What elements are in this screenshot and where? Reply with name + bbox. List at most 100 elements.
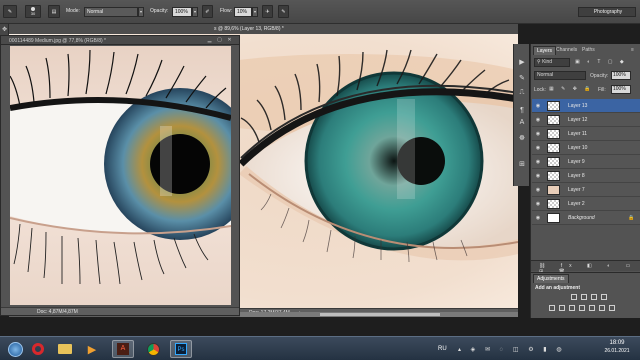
lock-icon: 🔒 <box>628 215 635 221</box>
pressure-size-toggle[interactable]: ✎ <box>278 5 289 18</box>
vibrance-icon[interactable] <box>549 305 555 311</box>
layer-row[interactable]: ◉ Layer 8 <box>532 169 640 183</box>
layer-name: Background <box>568 215 595 221</box>
layer-thumbnail <box>547 115 560 125</box>
flow-field[interactable]: 10% <box>234 7 252 17</box>
taskbar-acrobat[interactable]: A <box>112 340 134 358</box>
main-horizontal-scrollbar[interactable] <box>240 312 518 317</box>
black-white-icon[interactable] <box>579 305 585 311</box>
maximize-icon[interactable]: ▢ <box>216 37 223 43</box>
layers-footer: ⛓ fx ◧ ◐ ▭ ⊞ 🗑 <box>531 260 640 275</box>
photo-filter-icon[interactable] <box>589 305 595 311</box>
floating-document-window[interactable]: 000114489 Medium.jpg @ 77,8% (RGB/8) * ▁… <box>0 35 240 316</box>
floating-window-titlebar[interactable]: 000114489 Medium.jpg @ 77,8% (RGB/8) * ▁… <box>1 36 239 45</box>
exposure-icon[interactable] <box>601 294 607 300</box>
layer-name: Layer 2 <box>568 201 585 207</box>
taskbar-explorer[interactable] <box>54 340 76 358</box>
layer-name: Layer 11 <box>568 131 588 137</box>
brush-preset-picker[interactable]: 30 <box>25 5 41 18</box>
layer-thumbnail <box>547 171 560 181</box>
fill-field[interactable]: 100% <box>611 85 631 94</box>
language-indicator[interactable]: RU <box>438 346 447 352</box>
eye-visibility-icon[interactable]: ◉ <box>535 117 541 123</box>
scrollbar-thumb[interactable] <box>320 313 440 316</box>
brightness-contrast-icon[interactable] <box>571 294 577 300</box>
tab-paths[interactable]: Paths <box>579 46 598 55</box>
adjustments-heading: Add an adjustment <box>535 285 581 291</box>
mode-dropdown-arrow[interactable]: ▾ <box>138 7 144 17</box>
move-tool[interactable]: ✥ <box>1 27 8 34</box>
opacity-dropdown-arrow[interactable]: ▾ <box>192 7 198 17</box>
pressure-opacity-toggle[interactable]: ✐ <box>202 5 213 18</box>
layer-opacity-field[interactable]: 100% <box>611 71 631 80</box>
airbrush-toggle[interactable]: ✈ <box>262 5 273 18</box>
close-icon[interactable]: ✕ <box>226 37 233 43</box>
layer-row[interactable]: ◉ Layer 10 <box>532 141 640 155</box>
brush-panel-toggle[interactable]: ▤ <box>48 5 60 18</box>
media-play-icon: ▶ <box>87 343 97 356</box>
taskbar-chrome[interactable] <box>142 340 164 358</box>
channel-mixer-icon[interactable] <box>599 305 605 311</box>
filter-kind-value: Kind <box>542 59 553 65</box>
taskbar-opera[interactable] <box>27 340 49 358</box>
windows-orb-icon <box>7 341 23 357</box>
layer-row[interactable]: ◉ Layer 12 <box>532 113 640 127</box>
layer-thumbnail <box>547 129 560 139</box>
clock[interactable]: 18:09 26.01.2021 <box>598 340 636 354</box>
floating-doc-size: Doc: 4,87M/4,87M <box>37 309 78 315</box>
tab-adjustments[interactable]: Adjustments <box>533 274 569 283</box>
levels-icon[interactable] <box>581 294 587 300</box>
layer-row[interactable]: ◉ Layer 9 <box>532 155 640 169</box>
workspace-switcher[interactable]: Photography <box>578 7 636 17</box>
opacity-field[interactable]: 100% <box>172 7 192 17</box>
tab-channels[interactable]: Channels <box>553 46 580 55</box>
layer-row[interactable]: ◉ Layer 13 <box>532 99 640 113</box>
layer-row[interactable]: ◉ Background 🔒 <box>532 211 640 225</box>
eye-visibility-icon[interactable]: ◉ <box>535 215 541 221</box>
taskbar-media-player[interactable]: ▶ <box>81 340 103 358</box>
lock-label: Lock: <box>534 87 546 93</box>
layer-name: Layer 12 <box>568 117 588 123</box>
color-balance-icon[interactable] <box>569 305 575 311</box>
filter-kind-select[interactable]: ⚲ Kind <box>534 58 570 67</box>
start-button[interactable] <box>4 340 26 358</box>
tool-preset-picker[interactable]: ✎ <box>3 5 17 18</box>
paragraph-icon[interactable]: ¶ <box>517 106 527 116</box>
airbrush-icon: ✈ <box>265 8 270 15</box>
navigator-icon[interactable]: ☸ <box>517 134 527 144</box>
curves-icon[interactable] <box>591 294 597 300</box>
layer-thumbnail <box>547 101 560 111</box>
eye-visibility-icon[interactable]: ◉ <box>535 131 541 137</box>
panel-menu-icon[interactable]: ≡ <box>631 47 634 53</box>
system-tray-icons[interactable]: ▴ ◈ ✉ ◌ ◫ ⚙ ▮ ◍ <box>458 346 565 353</box>
eye-visibility-icon[interactable]: ◉ <box>535 201 541 207</box>
flow-dropdown-arrow[interactable]: ▾ <box>252 7 258 17</box>
document-tab-title[interactable]: s @ 89,6% (Layer 13, RGB/8) * <box>214 26 284 32</box>
mode-select[interactable]: Normal <box>84 7 138 17</box>
eye-visibility-icon[interactable]: ◉ <box>535 103 541 109</box>
eye-visibility-icon[interactable]: ◉ <box>535 145 541 151</box>
layer-row[interactable]: ◉ Layer 11 <box>532 127 640 141</box>
eye-visibility-icon[interactable]: ◉ <box>535 173 541 179</box>
clone-source-icon[interactable]: ⎍ <box>517 88 527 98</box>
eye-visibility-icon[interactable]: ◉ <box>535 187 541 193</box>
eye-visibility-icon[interactable]: ◉ <box>535 159 541 165</box>
document-tab-bar: s @ 89,6% (Layer 13, RGB/8) * <box>9 24 518 34</box>
brush-presets-icon[interactable]: ✎ <box>517 74 527 84</box>
play-action-icon[interactable]: ▶ <box>517 58 527 68</box>
layer-row[interactable]: ◉ Layer 2 <box>532 197 640 211</box>
minimize-icon[interactable]: ▁ <box>206 37 213 43</box>
pen-size-icon: ✎ <box>281 8 286 15</box>
hue-saturation-icon[interactable] <box>559 305 565 311</box>
flow-label: Flow: <box>220 8 232 14</box>
blend-mode-select[interactable]: Normal <box>534 71 586 80</box>
properties-icon[interactable]: ⊞ <box>517 160 527 170</box>
layer-row[interactable]: ◉ Layer 7 <box>532 183 640 197</box>
character-icon[interactable]: A <box>517 118 527 128</box>
layer-filter-icons[interactable]: ▣ ◐ T ▢ ◆ <box>575 59 627 65</box>
taskbar-photoshop[interactable]: Ps <box>170 340 192 358</box>
brush-size-value: 30 <box>30 11 36 16</box>
layers-panel: Layers Channels Paths ≡ ⚲ Kind ▣ ◐ T ▢ ◆… <box>530 44 640 275</box>
lock-icons[interactable]: ▦ ✎ ✥ 🔒 <box>549 86 594 92</box>
color-lookup-icon[interactable] <box>609 305 615 311</box>
